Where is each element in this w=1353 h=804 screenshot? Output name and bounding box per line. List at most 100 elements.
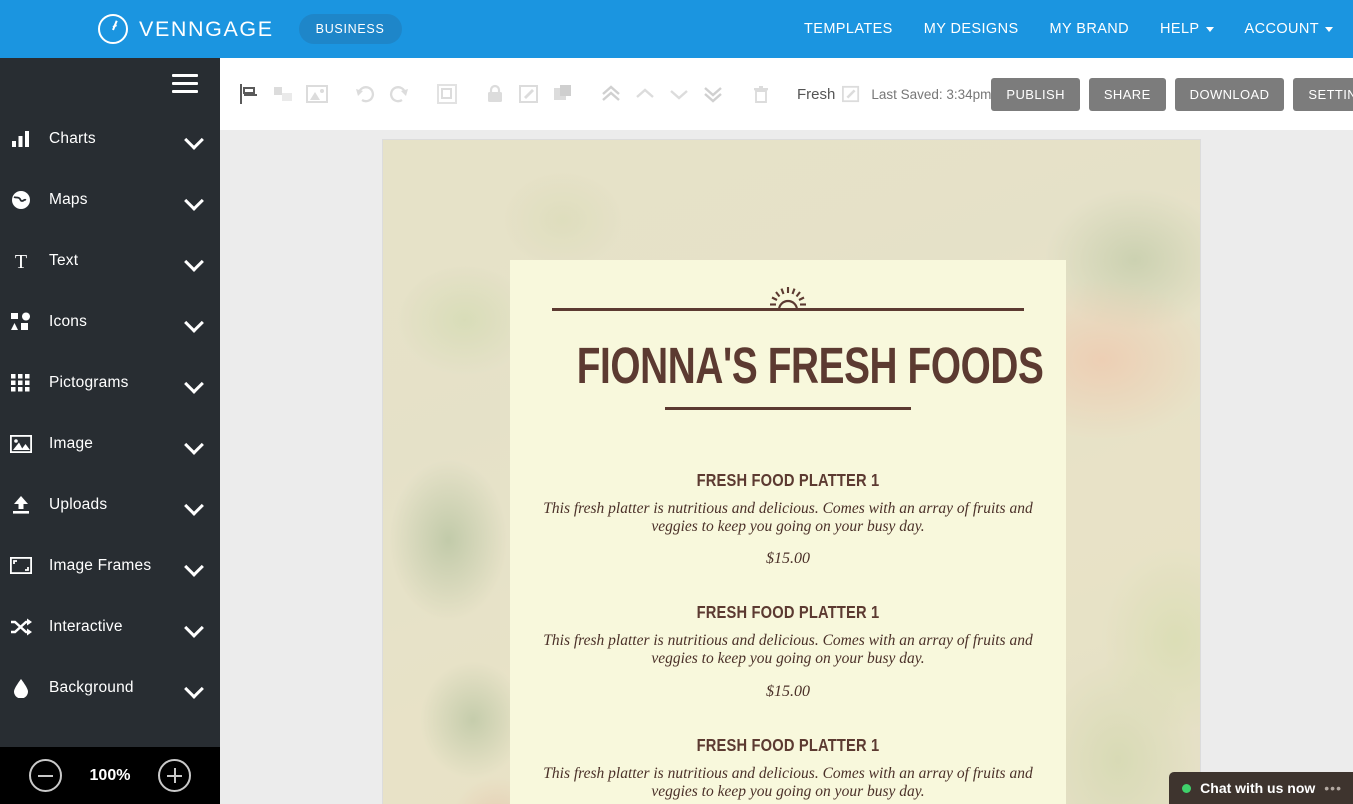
menu-item-name: FRESH FOOD PLATTER 1 bbox=[696, 602, 880, 623]
lock-icon[interactable] bbox=[480, 79, 510, 109]
picture-icon bbox=[8, 433, 34, 455]
hamburger-bar bbox=[172, 89, 198, 93]
bring-forward-icon[interactable] bbox=[630, 79, 660, 109]
top-navigation-bar: VENNGAGE BUSINESS TEMPLATES MY DESIGNS M… bbox=[0, 0, 1353, 58]
bar-chart-icon bbox=[8, 128, 34, 150]
menu-item-description: This fresh platter is nutritious and del… bbox=[543, 765, 1033, 801]
menu-item[interactable]: FRESH FOOD PLATTER 1 This fresh platter … bbox=[510, 602, 1066, 701]
send-backward-icon[interactable] bbox=[664, 79, 694, 109]
chevron-down-icon[interactable] bbox=[185, 435, 202, 452]
chevron-down-icon[interactable] bbox=[185, 618, 202, 635]
hamburger-menu-icon[interactable] bbox=[172, 73, 198, 93]
sidebar-item-pictograms[interactable]: Pictograms bbox=[0, 352, 220, 413]
menu-item-price: $15.00 bbox=[766, 550, 810, 568]
chat-widget[interactable]: Chat with us now ••• bbox=[1169, 772, 1353, 804]
zoom-in-button[interactable] bbox=[158, 759, 192, 792]
nav-my-brand[interactable]: MY BRAND bbox=[1050, 21, 1129, 37]
menu-item-name: FRESH FOOD PLATTER 1 bbox=[696, 735, 880, 756]
editor-toolbar: Fresh Last Saved: 3:34pm PUBLISH SHARE D… bbox=[220, 58, 1353, 130]
menu-item[interactable]: FRESH FOOD PLATTER 1 This fresh platter … bbox=[510, 735, 1066, 804]
sidebar-item-charts[interactable]: Charts bbox=[0, 108, 220, 169]
menu-item[interactable]: FRESH FOOD PLATTER 1 This fresh platter … bbox=[510, 470, 1066, 569]
chevron-down-icon[interactable] bbox=[185, 496, 202, 513]
title-rule-top bbox=[552, 308, 1024, 311]
share-button[interactable]: SHARE bbox=[1088, 77, 1166, 111]
grid-dots-icon bbox=[8, 372, 34, 394]
brand-block[interactable]: VENNGAGE BUSINESS bbox=[98, 14, 402, 44]
crop-frame-icon[interactable] bbox=[268, 79, 298, 109]
chat-online-status-icon bbox=[1182, 783, 1192, 793]
sidebar-item-text[interactable]: T Text bbox=[0, 230, 220, 291]
chevron-down-icon[interactable] bbox=[185, 557, 202, 574]
download-button[interactable]: DOWNLOAD bbox=[1174, 77, 1285, 111]
bring-to-front-icon[interactable] bbox=[596, 79, 626, 109]
sidebar-item-uploads[interactable]: Uploads bbox=[0, 474, 220, 535]
settings-button[interactable]: SETTINGS bbox=[1293, 77, 1353, 111]
menu-card[interactable]: FIONNA'S FRESH FOODS FRESH FOOD PLATTER … bbox=[510, 260, 1066, 804]
chat-options-icon[interactable]: ••• bbox=[1324, 780, 1342, 796]
sidebar-item-image-frames[interactable]: Image Frames bbox=[0, 535, 220, 596]
document-title[interactable]: Fresh bbox=[797, 86, 835, 103]
rename-pencil-icon[interactable] bbox=[842, 79, 860, 109]
nav-account[interactable]: ACCOUNT bbox=[1244, 21, 1333, 37]
nav-account-label: ACCOUNT bbox=[1244, 21, 1319, 37]
undo-icon[interactable] bbox=[350, 79, 380, 109]
nav-my-designs[interactable]: MY DESIGNS bbox=[924, 21, 1019, 37]
chevron-down-icon[interactable] bbox=[185, 130, 202, 147]
sidebar-item-label: Pictograms bbox=[49, 373, 129, 391]
chevron-down-icon[interactable] bbox=[185, 679, 202, 696]
sidebar-item-icons[interactable]: Icons bbox=[0, 291, 220, 352]
nav-help[interactable]: HELP bbox=[1160, 21, 1214, 37]
sidebar-item-background[interactable]: Background bbox=[0, 657, 220, 718]
redo-icon[interactable] bbox=[384, 79, 414, 109]
chevron-down-icon[interactable] bbox=[185, 252, 202, 269]
toolbar-group-duplicate-frame bbox=[430, 79, 464, 109]
image-placeholder-icon[interactable] bbox=[302, 79, 332, 109]
nav-my-designs-label: MY DESIGNS bbox=[923, 21, 1019, 37]
menu-item-price: $15.00 bbox=[766, 683, 810, 701]
menu-title: FIONNA'S FRESH FOODS bbox=[576, 337, 1044, 394]
duplicate-frame-icon[interactable] bbox=[432, 79, 462, 109]
zoom-level-label: 100% bbox=[89, 766, 131, 784]
nav-templates-label: TEMPLATES bbox=[804, 21, 893, 37]
canvas-area[interactable]: FIONNA'S FRESH FOODS FRESH FOOD PLATTER … bbox=[220, 130, 1353, 804]
send-to-back-icon[interactable] bbox=[698, 79, 728, 109]
toolbar-group-align bbox=[232, 79, 334, 109]
sidebar-item-interactive[interactable]: Interactive bbox=[0, 596, 220, 657]
copy-layers-icon[interactable] bbox=[548, 79, 578, 109]
sidebar-item-label: Text bbox=[49, 251, 79, 269]
chat-widget-label: Chat with us now bbox=[1200, 780, 1316, 796]
brand-name: VENNGAGE bbox=[139, 16, 274, 41]
hamburger-bar bbox=[172, 73, 198, 77]
publish-button[interactable]: PUBLISH bbox=[991, 77, 1080, 111]
trash-icon[interactable] bbox=[746, 79, 776, 109]
globe-icon bbox=[8, 189, 34, 211]
menu-items-list: FRESH FOOD PLATTER 1 This fresh platter … bbox=[510, 470, 1066, 804]
droplet-icon bbox=[8, 677, 34, 699]
chevron-down-icon[interactable] bbox=[185, 374, 202, 391]
chevron-down-icon bbox=[1205, 26, 1214, 32]
align-icon[interactable] bbox=[234, 79, 264, 109]
sidebar-item-image[interactable]: Image bbox=[0, 413, 220, 474]
chevron-down-icon bbox=[1325, 26, 1333, 32]
last-saved-label: Last Saved: 3:34pm bbox=[871, 86, 992, 102]
menu-item-description: This fresh platter is nutritious and del… bbox=[543, 499, 1033, 535]
sidebar-item-label: Icons bbox=[49, 312, 88, 330]
edit-pencil-icon[interactable] bbox=[514, 79, 544, 109]
toolbar-action-buttons: PUBLISH SHARE DOWNLOAD SETTINGS bbox=[991, 77, 1353, 111]
design-page[interactable]: FIONNA'S FRESH FOODS FRESH FOOD PLATTER … bbox=[383, 140, 1200, 804]
plan-badge[interactable]: BUSINESS bbox=[298, 14, 402, 44]
nav-help-label: HELP bbox=[1160, 21, 1200, 37]
nav-templates[interactable]: TEMPLATES bbox=[804, 21, 893, 37]
menu-item-name: FRESH FOOD PLATTER 1 bbox=[696, 469, 880, 490]
chevron-down-icon[interactable] bbox=[185, 313, 202, 330]
venngage-logo-icon bbox=[98, 14, 128, 44]
nav-my-brand-label: MY BRAND bbox=[1049, 21, 1130, 37]
sidebar-item-label: Image bbox=[49, 434, 94, 452]
shuffle-icon bbox=[8, 616, 34, 638]
zoom-out-button[interactable] bbox=[28, 759, 62, 792]
zoom-control-bar: 100% bbox=[0, 747, 220, 804]
toolbar-group-delete bbox=[744, 79, 778, 109]
sidebar-item-maps[interactable]: Maps bbox=[0, 169, 220, 230]
chevron-down-icon[interactable] bbox=[185, 191, 202, 208]
